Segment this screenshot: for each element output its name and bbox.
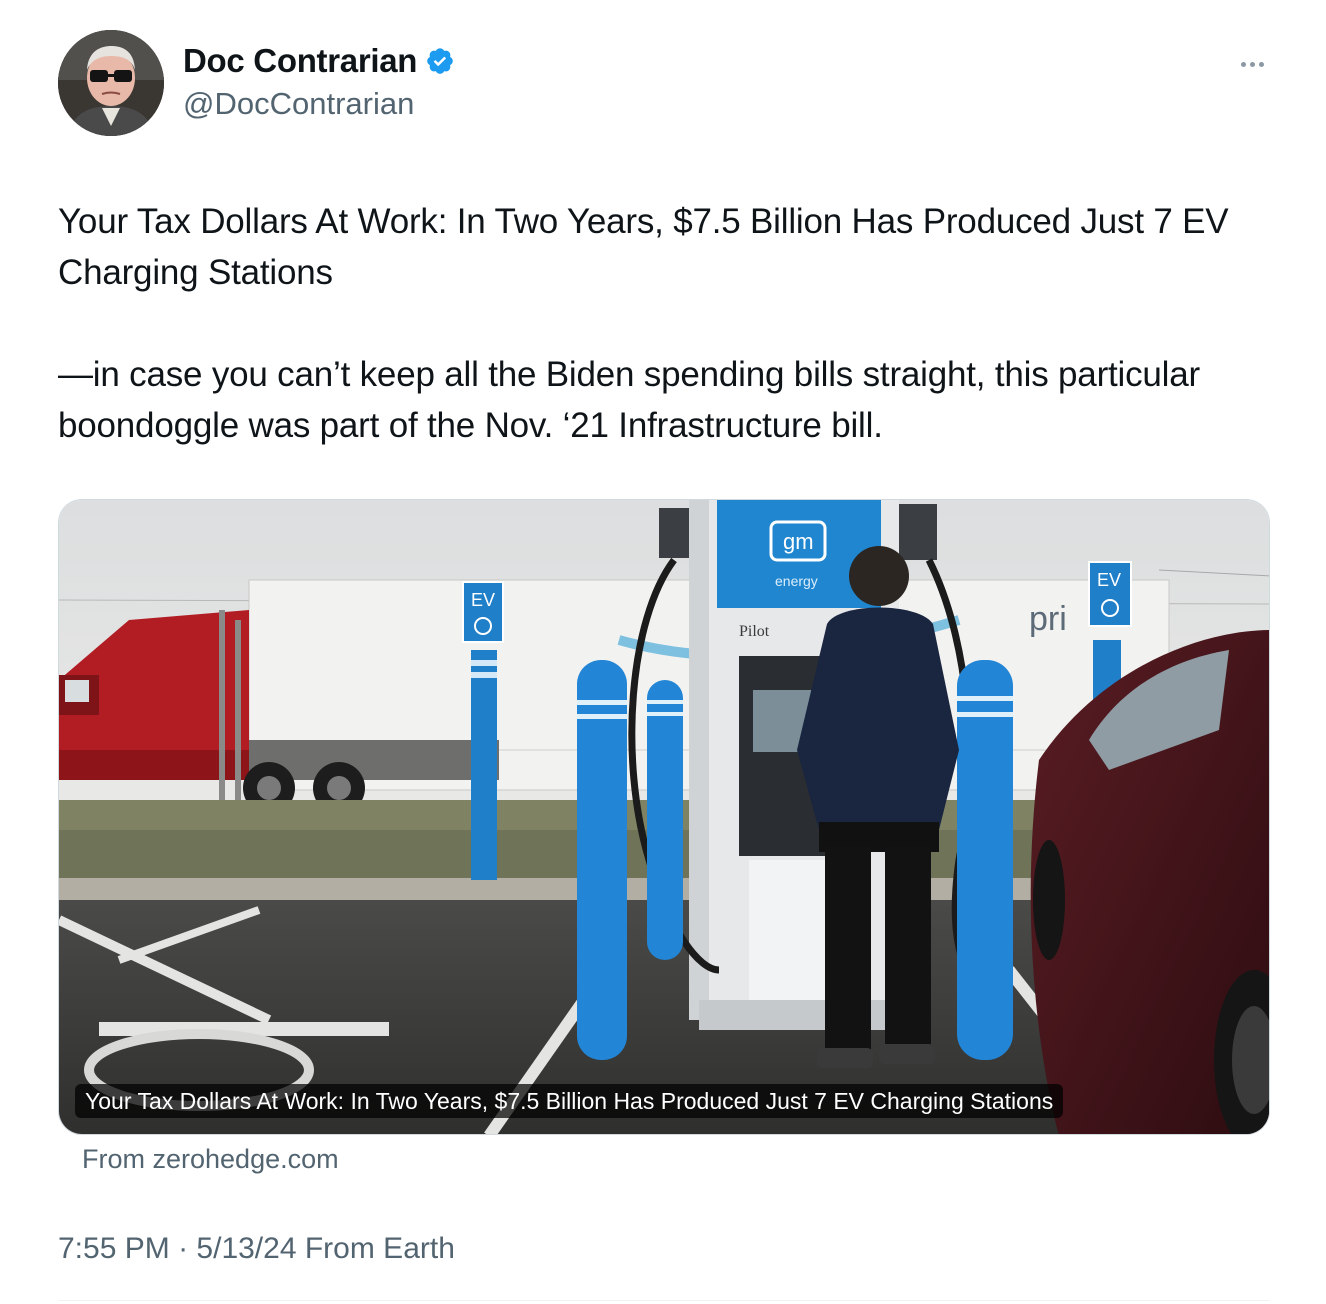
separator: ·: [178, 1232, 189, 1265]
dot: [1249, 61, 1255, 67]
link-card[interactable]: pri EV EV gm energy Pilot Your Tax Dolla…: [58, 499, 1270, 1135]
author-handle[interactable]: @DocContrarian: [183, 86, 414, 122]
pilot-text: Pilot: [739, 623, 770, 640]
ev-charging-station-photo: pri EV EV gm energy Pilot: [59, 500, 1269, 1134]
avatar-portrait-icon: [58, 30, 164, 136]
tweet-date[interactable]: 5/13/24: [196, 1232, 296, 1265]
dot: [1240, 61, 1246, 67]
ev-sign-text-right: EV: [1097, 570, 1121, 590]
gm-sub-text: energy: [775, 573, 818, 589]
tweet-paragraph: —in case you can’t keep all the Biden sp…: [58, 355, 1200, 445]
tweet: Doc Contrarian @DocContrarian Your Tax D…: [0, 0, 1326, 1304]
trailer-text: pri: [1029, 600, 1067, 638]
tweet-paragraph: Your Tax Dollars At Work: In Two Years, …: [58, 202, 1229, 292]
avatar[interactable]: [58, 30, 164, 136]
verified-badge-icon[interactable]: [425, 46, 455, 76]
author-name-row: Doc Contrarian: [183, 42, 455, 80]
tweet-timestamp: 7:55 PM · 5/13/24 From Earth: [58, 1232, 455, 1266]
tweet-text: Your Tax Dollars At Work: In Two Years, …: [58, 196, 1278, 451]
ev-sign-text: EV: [471, 590, 495, 610]
card-source-link[interactable]: From zerohedge.com: [82, 1144, 339, 1175]
gm-logo-text: gm: [783, 529, 814, 554]
more-options-icon[interactable]: [1232, 50, 1272, 78]
divider: [58, 1300, 1270, 1301]
tweet-location: From Earth: [304, 1232, 455, 1265]
tweet-time[interactable]: 7:55 PM: [58, 1232, 170, 1265]
dot: [1258, 61, 1264, 67]
author-display-name[interactable]: Doc Contrarian: [183, 42, 417, 80]
card-caption: Your Tax Dollars At Work: In Two Years, …: [75, 1084, 1064, 1118]
